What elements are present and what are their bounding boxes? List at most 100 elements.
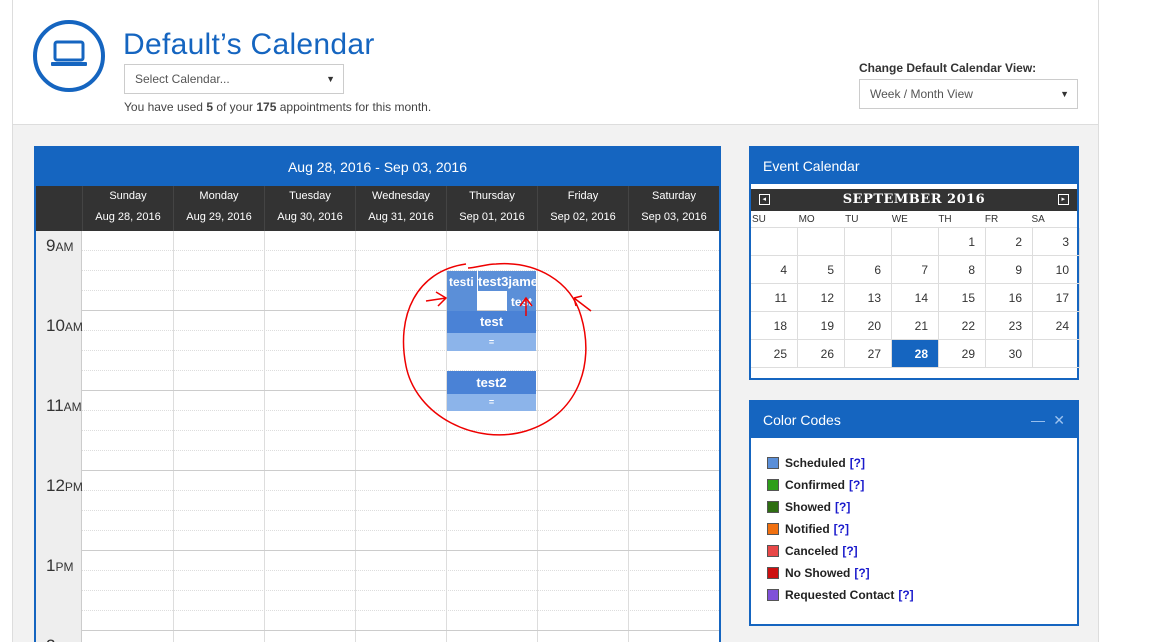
mini-calendar-day[interactable]: 21 xyxy=(892,312,939,340)
mini-calendar-day[interactable]: 25 xyxy=(751,340,798,368)
mini-calendar-day[interactable]: 18 xyxy=(751,312,798,340)
page-title: Default’s Calendar xyxy=(123,28,375,61)
mini-calendar-day[interactable]: 1 xyxy=(939,228,986,256)
mini-calendar-day[interactable]: 26 xyxy=(798,340,845,368)
mini-calendar-empty-cell xyxy=(798,228,845,256)
mini-calendar-day[interactable]: 6 xyxy=(845,256,892,284)
mini-calendar-day[interactable]: 27 xyxy=(845,340,892,368)
hour-label: 2 xyxy=(36,636,82,642)
mini-calendar-day[interactable]: 14 xyxy=(892,284,939,312)
color-swatch xyxy=(767,501,779,513)
mini-calendar-day[interactable]: 3 xyxy=(1033,228,1080,256)
day-date: Sep 02, 2016 xyxy=(550,211,616,223)
calendar-view-value: Week / Month View xyxy=(870,87,973,101)
mini-calendar-day[interactable]: 20 xyxy=(845,312,892,340)
grid-line xyxy=(82,510,719,511)
mini-calendar-empty-cell xyxy=(751,228,798,256)
usage-total: 175 xyxy=(256,100,277,114)
chevron-down-icon: ▼ xyxy=(326,74,335,84)
usage-mid: of your xyxy=(216,100,254,114)
grid-line xyxy=(82,630,719,631)
color-swatch xyxy=(767,567,779,579)
calendar-view-dropdown[interactable]: Week / Month View ▼ xyxy=(859,79,1078,109)
mini-calendar-day[interactable]: 17 xyxy=(1033,284,1080,312)
color-code-item: Requested Contact [?] xyxy=(767,584,1077,606)
help-link[interactable]: [?] xyxy=(849,478,864,492)
mini-calendar-day[interactable]: 8 xyxy=(939,256,986,284)
minimize-icon[interactable]: — xyxy=(1031,402,1045,438)
day-header-row: Sunday Aug 28, 2016 Monday Aug 29, 2016 Tu… xyxy=(36,186,719,231)
close-icon[interactable]: ✕ xyxy=(1053,402,1065,438)
color-swatch xyxy=(767,545,779,557)
day-header-saturday[interactable]: Saturday Sep 03, 2016 xyxy=(628,186,719,231)
usage-suffix: appointments for this month. xyxy=(279,100,432,114)
mini-calendar-day[interactable]: 15 xyxy=(939,284,986,312)
day-header-sunday[interactable]: Sunday Aug 28, 2016 xyxy=(82,186,173,231)
color-code-label: Canceled xyxy=(785,544,839,558)
color-code-item: Showed [?] xyxy=(767,496,1077,518)
help-link[interactable]: [?] xyxy=(842,544,857,558)
mini-calendar-day[interactable]: 2 xyxy=(986,228,1033,256)
day-name: Wednesday xyxy=(372,190,430,202)
laptop-logo-icon xyxy=(33,20,105,92)
mini-calendar-day[interactable]: 12 xyxy=(798,284,845,312)
color-code-item: Scheduled [?] xyxy=(767,452,1077,474)
mini-calendar-day[interactable]: 19 xyxy=(798,312,845,340)
day-date: Aug 30, 2016 xyxy=(277,211,343,223)
mini-calendar-day[interactable]: 16 xyxy=(986,284,1033,312)
help-link[interactable]: [?] xyxy=(850,456,865,470)
mini-calendar-day[interactable]: 7 xyxy=(892,256,939,284)
day-header-tuesday[interactable]: Tuesday Aug 30, 2016 xyxy=(264,186,355,231)
mini-calendar-day[interactable]: 23 xyxy=(986,312,1033,340)
day-header-friday[interactable]: Friday Sep 02, 2016 xyxy=(537,186,628,231)
weekday-label: SU xyxy=(752,213,766,225)
mini-calendar-day[interactable]: 29 xyxy=(939,340,986,368)
next-month-icon[interactable]: ▸ xyxy=(1058,194,1069,205)
day-header-thursday[interactable]: Thursday Sep 01, 2016 xyxy=(446,186,537,231)
event-calendar-title: Event Calendar xyxy=(751,148,1077,184)
week-range-title: Aug 28, 2016 - Sep 03, 2016 xyxy=(36,148,719,186)
mini-calendar-empty-cell xyxy=(892,228,939,256)
hour-label: 12PM xyxy=(46,476,83,495)
day-header-monday[interactable]: Monday Aug 29, 2016 xyxy=(173,186,264,231)
color-code-label: Confirmed xyxy=(785,478,845,492)
week-calendar: Aug 28, 2016 - Sep 03, 2016 Sunday Aug 28… xyxy=(34,146,721,642)
hour-label: 1PM xyxy=(46,556,74,575)
mini-calendar-day[interactable]: 11 xyxy=(751,284,798,312)
mini-calendar-day[interactable]: 30 xyxy=(986,340,1033,368)
usage-text: You have used 5 of your 175 appointments… xyxy=(124,100,431,114)
color-code-item: Notified [?] xyxy=(767,518,1077,540)
weekday-label: FR xyxy=(984,213,999,225)
prev-month-icon[interactable]: ◂ xyxy=(759,194,770,205)
select-calendar-dropdown[interactable]: Select Calendar... ▼ xyxy=(124,64,344,94)
mini-calendar-day[interactable]: 22 xyxy=(939,312,986,340)
help-link[interactable]: [?] xyxy=(854,566,869,580)
color-code-label: Scheduled xyxy=(785,456,846,470)
hour-label: 9AM xyxy=(46,236,74,255)
mini-calendar-day[interactable]: 4 xyxy=(751,256,798,284)
calendar-view-label: Change Default Calendar View: xyxy=(859,61,1037,75)
day-date: Aug 28, 2016 xyxy=(95,211,161,223)
mini-calendar-day[interactable]: 28 xyxy=(892,340,939,368)
mini-calendar-day[interactable]: 9 xyxy=(986,256,1033,284)
day-name: Tuesday xyxy=(289,190,331,202)
day-name: Monday xyxy=(199,190,239,202)
grid-line xyxy=(82,610,719,611)
mini-calendar-day[interactable]: 10 xyxy=(1033,256,1080,284)
grid-line xyxy=(82,250,719,251)
grid-line xyxy=(264,231,265,642)
color-code-item: No Showed [?] xyxy=(767,562,1077,584)
help-link[interactable]: [?] xyxy=(835,500,850,514)
color-code-label: Notified xyxy=(785,522,830,536)
time-grid[interactable]: 9AM 10AM 11AM 12PM 1PM 2 xyxy=(36,231,719,642)
mini-calendar-empty-cell xyxy=(845,228,892,256)
weekday-label: TH xyxy=(938,213,952,225)
help-link[interactable]: [?] xyxy=(898,588,913,602)
mini-calendar-day[interactable]: 5 xyxy=(798,256,845,284)
help-link[interactable]: [?] xyxy=(834,522,849,536)
color-codes-title: Color Codes — ✕ xyxy=(751,402,1077,438)
mini-calendar-day[interactable]: 24 xyxy=(1033,312,1080,340)
day-name: Thursday xyxy=(469,190,515,202)
mini-calendar-day[interactable]: 13 xyxy=(845,284,892,312)
day-header-wednesday[interactable]: Wednesday Aug 31, 2016 xyxy=(355,186,446,231)
